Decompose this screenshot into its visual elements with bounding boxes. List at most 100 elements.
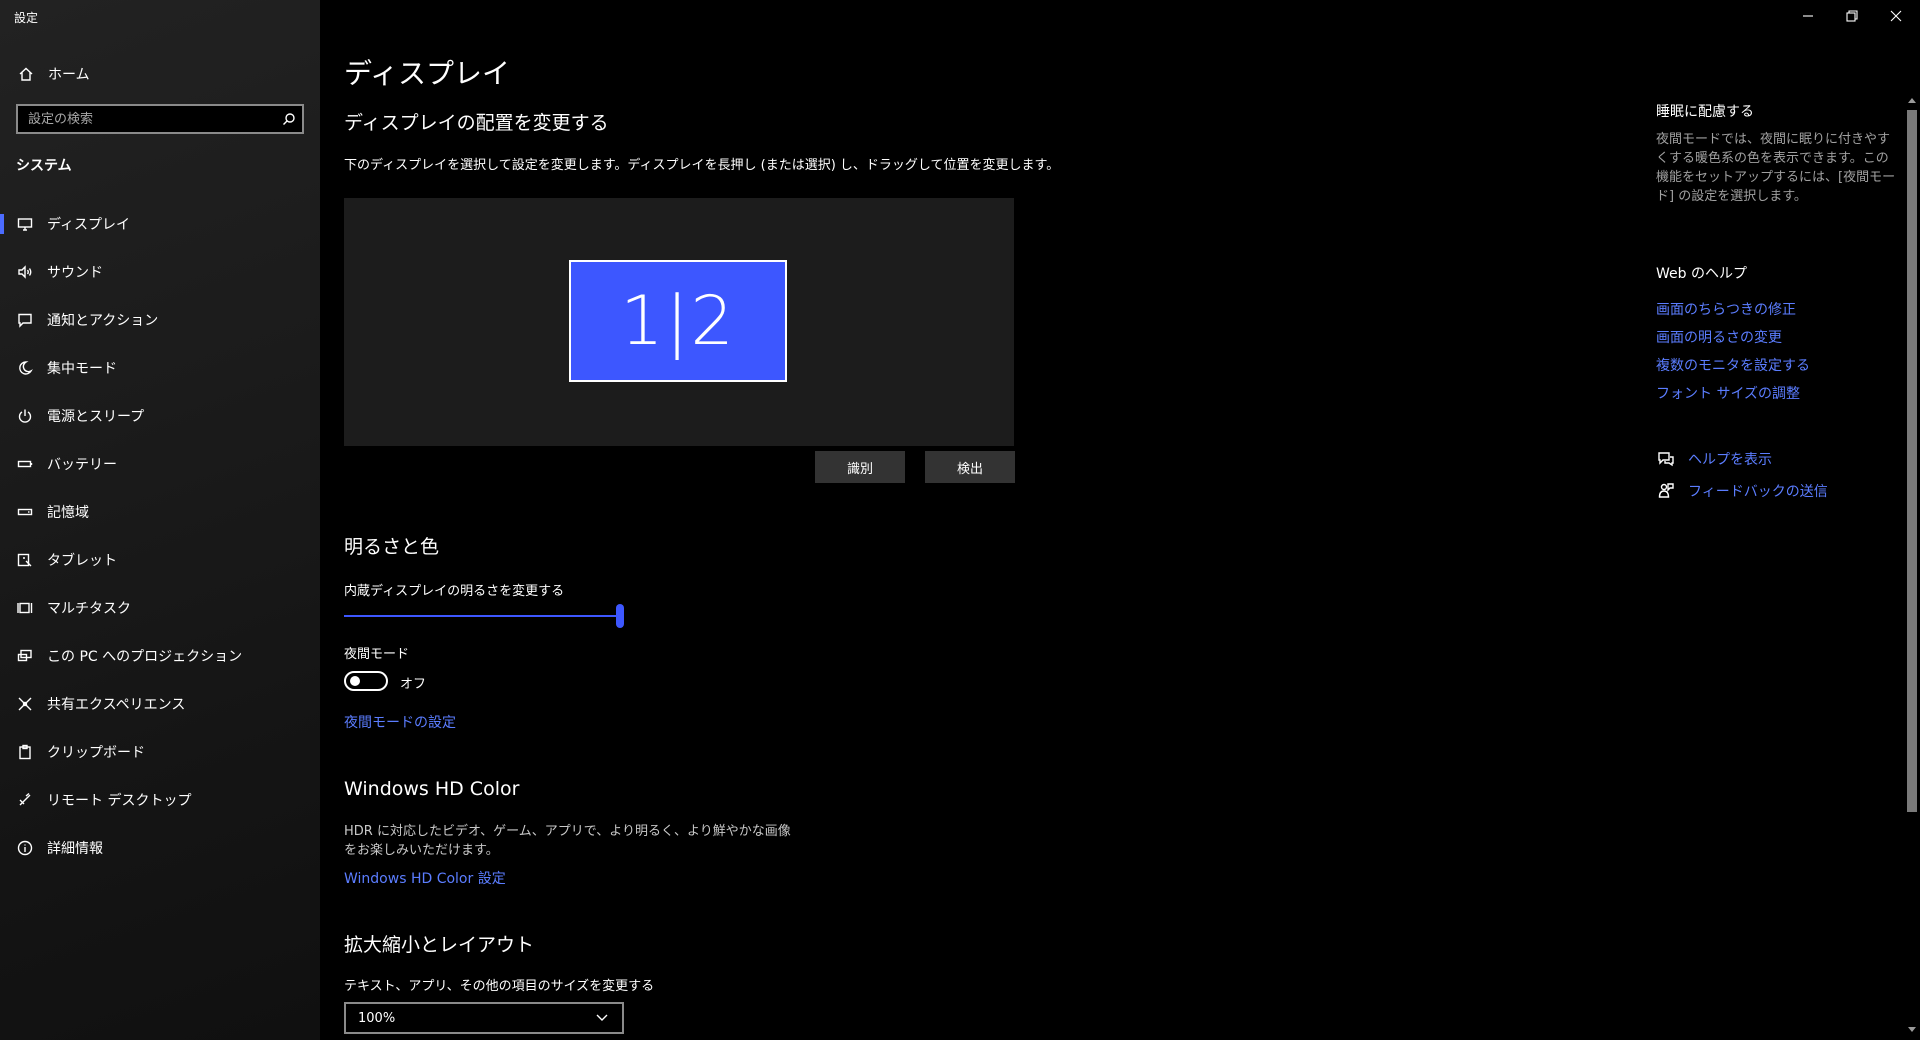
home-icon <box>16 64 36 84</box>
sidebar-nav: ディスプレイ サウンド 通知とアクション 集中モード 電源とスリープ バッテリー… <box>0 200 320 872</box>
restore-icon <box>1842 6 1862 26</box>
search-icon[interactable] <box>276 109 302 129</box>
speaker-icon <box>15 262 35 282</box>
help-link-multi-monitor[interactable]: 複数のモニタを設定する <box>1656 355 1810 375</box>
scale-label: テキスト、アプリ、その他の項目のサイズを変更する <box>344 979 655 994</box>
help-link-brightness[interactable]: 画面の明るさの変更 <box>1656 327 1782 347</box>
sidebar-item-storage[interactable]: 記憶域 <box>0 488 320 536</box>
battery-icon <box>15 454 35 474</box>
scale-dropdown[interactable]: 100% <box>344 1002 624 1034</box>
page-title: ディスプレイ <box>344 57 511 90</box>
sidebar-item-projection[interactable]: この PC へのプロジェクション <box>0 632 320 680</box>
brightness-slider-track[interactable] <box>344 615 624 617</box>
minimize-button[interactable] <box>1798 6 1818 26</box>
sidebar-item-display[interactable]: ディスプレイ <box>0 200 320 248</box>
sleep-title: 睡眠に配慮する <box>1656 104 1754 120</box>
scale-value: 100% <box>358 1010 396 1026</box>
scale-heading: 拡大縮小とレイアウト <box>344 934 535 956</box>
sidebar-item-label: タブレット <box>47 553 117 569</box>
multitask-icon <box>15 598 35 618</box>
search-box[interactable] <box>16 104 304 134</box>
monitor-icon <box>15 214 35 234</box>
sidebar-item-focus[interactable]: 集中モード <box>0 344 320 392</box>
projection-icon <box>15 646 35 666</box>
night-mode-toggle[interactable] <box>344 671 388 691</box>
web-help-title: Web のヘルプ <box>1656 266 1747 282</box>
brightness-slider-thumb[interactable] <box>616 604 624 628</box>
sidebar-item-label: 電源とスリープ <box>47 409 145 425</box>
feedback-icon <box>1656 481 1676 501</box>
app-title: 設定 <box>14 11 39 25</box>
chevron-down-icon <box>592 1008 612 1028</box>
sidebar-item-label: この PC へのプロジェクション <box>47 649 243 665</box>
moon-icon <box>15 358 35 378</box>
sidebar-item-label: 共有エクスペリエンス <box>47 697 186 713</box>
close-icon <box>1886 6 1906 26</box>
close-button[interactable] <box>1886 6 1906 26</box>
sidebar-item-battery[interactable]: バッテリー <box>0 440 320 488</box>
hdcolor-settings-link[interactable]: Windows HD Color 設定 <box>344 868 506 888</box>
sidebar-item-label: 通知とアクション <box>47 313 159 329</box>
sidebar-item-label: サウンド <box>47 265 103 281</box>
power-icon <box>15 406 35 426</box>
detect-button[interactable]: 検出 <box>925 451 1015 483</box>
section-title: システム <box>16 158 72 174</box>
sleep-description: 夜間モードでは、夜間に眠りに付きやすくする暖色系の色を表示できます。この機能をセ… <box>1656 132 1896 204</box>
info-icon <box>15 838 35 858</box>
sidebar: 設定 ホーム システム ディスプレイ サウンド <box>0 0 320 1040</box>
display-arrangement-area[interactable]: 1|2 <box>344 198 1014 446</box>
share-icon <box>15 694 35 714</box>
sidebar-item-label: マルチタスク <box>47 601 131 617</box>
hdcolor-description: HDR に対応したビデオ、ゲーム、アプリで、より明るく、より鮮やかな画像をお楽し… <box>344 824 791 858</box>
help-chat-icon <box>1656 449 1676 469</box>
help-link-font-size[interactable]: フォント サイズの調整 <box>1656 383 1800 403</box>
identify-button[interactable]: 識別 <box>815 451 905 483</box>
sidebar-item-multitask[interactable]: マルチタスク <box>0 584 320 632</box>
sidebar-item-label: リモート デスクトップ <box>47 793 192 809</box>
sidebar-item-label: バッテリー <box>47 457 117 473</box>
arrange-heading: ディスプレイの配置を変更する <box>344 112 609 134</box>
minimize-icon <box>1798 6 1818 26</box>
sidebar-item-label: 詳細情報 <box>47 841 103 857</box>
home-button[interactable]: ホーム <box>16 62 90 86</box>
monitor-tile[interactable]: 1|2 <box>569 260 787 382</box>
scrollbar[interactable] <box>1906 90 1918 1040</box>
sidebar-item-label: 集中モード <box>47 361 117 377</box>
feedback-link[interactable]: フィードバックの送信 <box>1656 481 1828 501</box>
feedback-label: フィードバックの送信 <box>1688 484 1828 500</box>
hdcolor-heading: Windows HD Color <box>344 778 520 800</box>
remote-desktop-icon <box>15 790 35 810</box>
scroll-up-arrow[interactable] <box>1908 98 1916 103</box>
sidebar-item-shared-experiences[interactable]: 共有エクスペリエンス <box>0 680 320 728</box>
sidebar-item-label: クリップボード <box>47 745 145 761</box>
toggle-knob <box>350 676 360 686</box>
sidebar-item-notifications[interactable]: 通知とアクション <box>0 296 320 344</box>
clipboard-icon <box>15 742 35 762</box>
sidebar-item-remote-desktop[interactable]: リモート デスクトップ <box>0 776 320 824</box>
night-mode-state: オフ <box>400 677 427 692</box>
home-label: ホーム <box>48 67 90 83</box>
sidebar-item-about[interactable]: 詳細情報 <box>0 824 320 872</box>
restore-button[interactable] <box>1842 6 1862 26</box>
sidebar-item-tablet[interactable]: タブレット <box>0 536 320 584</box>
sidebar-item-clipboard[interactable]: クリップボード <box>0 728 320 776</box>
brightness-label: 内蔵ディスプレイの明るさを変更する <box>344 584 565 599</box>
tablet-icon <box>15 550 35 570</box>
sidebar-item-label: 記憶域 <box>47 505 89 521</box>
night-mode-label: 夜間モード <box>344 647 410 662</box>
notification-icon <box>15 310 35 330</box>
get-help-label: ヘルプを表示 <box>1688 452 1772 468</box>
main-content: ディスプレイ ディスプレイの配置を変更する 下のディスプレイを選択して設定を変更… <box>320 0 1620 1040</box>
sidebar-item-sound[interactable]: サウンド <box>0 248 320 296</box>
night-mode-settings-link[interactable]: 夜間モードの設定 <box>344 712 456 732</box>
search-input[interactable] <box>18 106 276 132</box>
scroll-thumb[interactable] <box>1907 110 1917 812</box>
help-link-flicker[interactable]: 画面のちらつきの修正 <box>1656 299 1796 319</box>
storage-icon <box>15 502 35 522</box>
sidebar-item-label: ディスプレイ <box>47 217 131 233</box>
arrange-description: 下のディスプレイを選択して設定を変更します。ディスプレイを長押し (または選択)… <box>344 158 1060 173</box>
sidebar-item-power[interactable]: 電源とスリープ <box>0 392 320 440</box>
scroll-down-arrow[interactable] <box>1908 1027 1916 1032</box>
get-help-link[interactable]: ヘルプを表示 <box>1656 449 1772 469</box>
brightness-heading: 明るさと色 <box>344 536 440 558</box>
